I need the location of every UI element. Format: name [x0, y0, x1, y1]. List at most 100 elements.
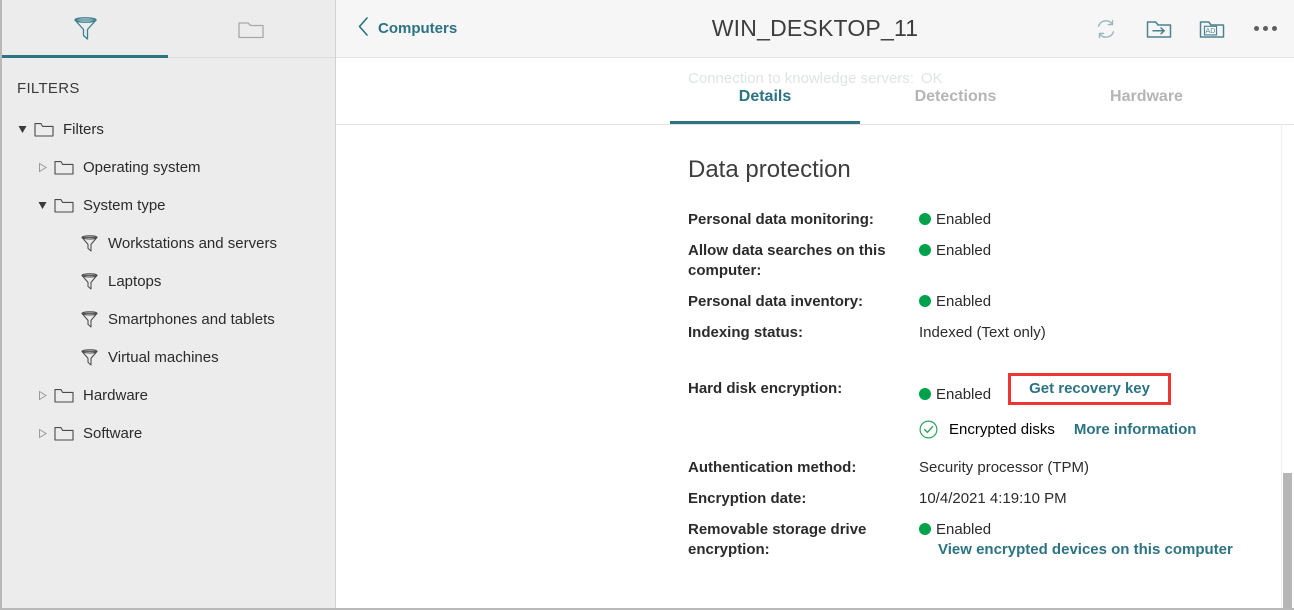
detail-row: Personal data monitoring: Enabled: [688, 210, 1294, 230]
status-dot-icon: [919, 522, 931, 535]
tab-label: Detections: [914, 88, 997, 105]
chevron-left-icon: [358, 17, 369, 40]
detail-row-label: Authentication method:: [688, 458, 857, 476]
scrollbar-thumb[interactable]: [1283, 473, 1292, 608]
detail-row: Hard disk encryption: Enabled Get recovery…: [688, 372, 1294, 439]
tree-item-filters[interactable]: Filters: [2, 110, 335, 148]
twisty-expanded-icon[interactable]: [15, 122, 29, 136]
filters-tree: Filters Operating system System type Workst…: [2, 97, 335, 452]
ad-folder-icon[interactable]: AD: [1199, 16, 1225, 42]
tab-bar: Connection to knowledge servers: OK Deta…: [336, 58, 1294, 125]
twisty-collapsed-icon[interactable]: [35, 388, 49, 402]
detail-row-value-wrap: Enabled Get recovery key Encrypted disks Mo…: [919, 372, 1196, 439]
tabs-list: DetailsDetectionsHardwareSoftwareSetting…: [670, 58, 1294, 124]
value-text: Security processor (TPM): [919, 458, 1090, 476]
detail-row-value: Enabled View encrypted devices on this co…: [919, 520, 1294, 560]
detail-row-value: Security processor (TPM): [919, 458, 1089, 478]
tree-item-laptops[interactable]: Laptops: [2, 262, 335, 300]
funnel-icon: [79, 234, 99, 253]
detail-row-label: Indexing status:: [688, 323, 804, 341]
details-content: Data protection Personal data monitoring…: [336, 125, 1294, 608]
refresh-icon[interactable]: [1093, 16, 1119, 42]
funnel-icon: [79, 272, 99, 291]
tree-item-workstations-and-servers[interactable]: Workstations and servers: [2, 224, 335, 262]
encrypted-disks-subrow: Encrypted disks More information: [919, 420, 1196, 439]
tree-item-label: Laptops: [108, 272, 162, 290]
detail-row-value: Indexed (Text only): [919, 323, 1046, 343]
tree-item-label: Virtual machines: [108, 348, 219, 366]
move-folder-icon[interactable]: [1146, 16, 1172, 42]
section-title: Data protection: [688, 156, 851, 183]
folder-icon: [54, 387, 74, 404]
detail-row: Allow data searches on this computer: Ena…: [688, 241, 1294, 281]
status-label: Enabled: [936, 241, 992, 259]
more-information-link[interactable]: More information: [1074, 421, 1197, 438]
detail-row-value-wrap: Enabled: [919, 241, 991, 261]
funnel-icon: [79, 310, 99, 329]
tree-item-virtual-machines[interactable]: Virtual machines: [2, 338, 335, 376]
detail-row-label: Hard disk encryption:: [688, 379, 843, 397]
status-label: Enabled: [936, 211, 992, 228]
top-bar-actions: AD: [1093, 16, 1278, 42]
get-recovery-key-link[interactable]: Get recovery key: [1008, 372, 1171, 405]
detail-row-value-wrap: Security processor (TPM): [919, 458, 1089, 478]
svg-text:AD: AD: [1206, 26, 1216, 35]
funnel-icon: [72, 15, 99, 43]
detail-row-label: Encryption date:: [688, 489, 807, 507]
tree-item-operating-system[interactable]: Operating system: [2, 148, 335, 186]
detail-row: Indexing status: Indexed (Text only): [688, 323, 1294, 343]
twisty-collapsed-icon[interactable]: [35, 426, 49, 440]
detail-row: Removable storage drive encryption: Enabl…: [688, 520, 1294, 560]
status-label: Enabled: [936, 385, 992, 403]
status-label: Enabled: [936, 292, 992, 310]
detail-row-value: 10/4/2021 4:19:10 PM: [919, 489, 1067, 509]
detail-row-value-wrap: 10/4/2021 4:19:10 PM: [919, 489, 1067, 509]
tree-item-label: Smartphones and tablets: [108, 310, 275, 328]
tab-hardware[interactable]: Hardware: [1051, 88, 1242, 124]
detail-row-value: Enabled: [919, 241, 991, 261]
tree-item-label: Filters: [63, 120, 104, 138]
funnel-icon: [79, 348, 99, 367]
status-dot-icon: [919, 213, 931, 225]
detail-row-link[interactable]: View encrypted devices on this computer: [938, 540, 1233, 560]
back-link-label: Computers: [378, 20, 458, 37]
more-options-icon[interactable]: [1252, 16, 1278, 42]
detail-row-value-wrap: Indexed (Text only): [919, 323, 1046, 343]
main-panel: Computers WIN_DESKTOP_11 AD Connection t…: [336, 0, 1294, 608]
sidebar-tab-groups[interactable]: [168, 0, 334, 57]
tree-item-label: System type: [83, 196, 166, 214]
back-to-computers-link[interactable]: Computers: [358, 17, 457, 40]
top-bar: Computers WIN_DESKTOP_11 AD: [336, 0, 1294, 58]
twisty-collapsed-icon[interactable]: [35, 160, 49, 174]
detail-row-value-wrap: Enabled: [919, 292, 991, 312]
encrypted-disks-label: Encrypted disks: [949, 420, 1055, 438]
sidebar-heading: FILTERS: [17, 80, 80, 97]
status-dot-icon: [919, 294, 931, 307]
tree-item-smartphones-and-tablets[interactable]: Smartphones and tablets: [2, 300, 335, 338]
detail-row-label: Allow data searches on this computer:: [688, 241, 886, 279]
detail-row-value-wrap: Enabled View encrypted devices on this co…: [919, 520, 1294, 560]
application-window: FILTERS Filters Operating system System ty…: [0, 0, 1294, 610]
tree-item-hardware[interactable]: Hardware: [2, 376, 335, 414]
detail-row-value: Enabled: [919, 292, 991, 312]
detail-row-value: Enabled Get recovery key: [919, 372, 1196, 411]
folder-icon: [54, 197, 74, 214]
tab-detections[interactable]: Detections: [860, 88, 1051, 124]
tab-details[interactable]: Details: [670, 88, 860, 124]
tab-software[interactable]: Software: [1242, 88, 1294, 124]
vertical-scrollbar[interactable]: [1281, 125, 1294, 608]
tree-item-system-type[interactable]: System type: [2, 186, 335, 224]
detail-row-label: Personal data monitoring:: [688, 211, 874, 228]
detail-row: Personal data inventory: Enabled: [688, 292, 1294, 312]
sidebar: FILTERS Filters Operating system System ty…: [2, 0, 336, 608]
sidebar-tab-filters[interactable]: [2, 0, 168, 58]
folder-icon: [34, 121, 54, 138]
folder-icon: [54, 425, 74, 442]
detail-row: Encryption date: 10/4/2021 4:19:10 PM: [688, 489, 1294, 509]
twisty-expanded-icon[interactable]: [35, 198, 49, 212]
tree-item-label: Hardware: [83, 386, 149, 404]
tab-label: Details: [738, 88, 792, 105]
tree-item-software[interactable]: Software: [2, 414, 335, 452]
tree-item-label: Software: [83, 424, 143, 442]
